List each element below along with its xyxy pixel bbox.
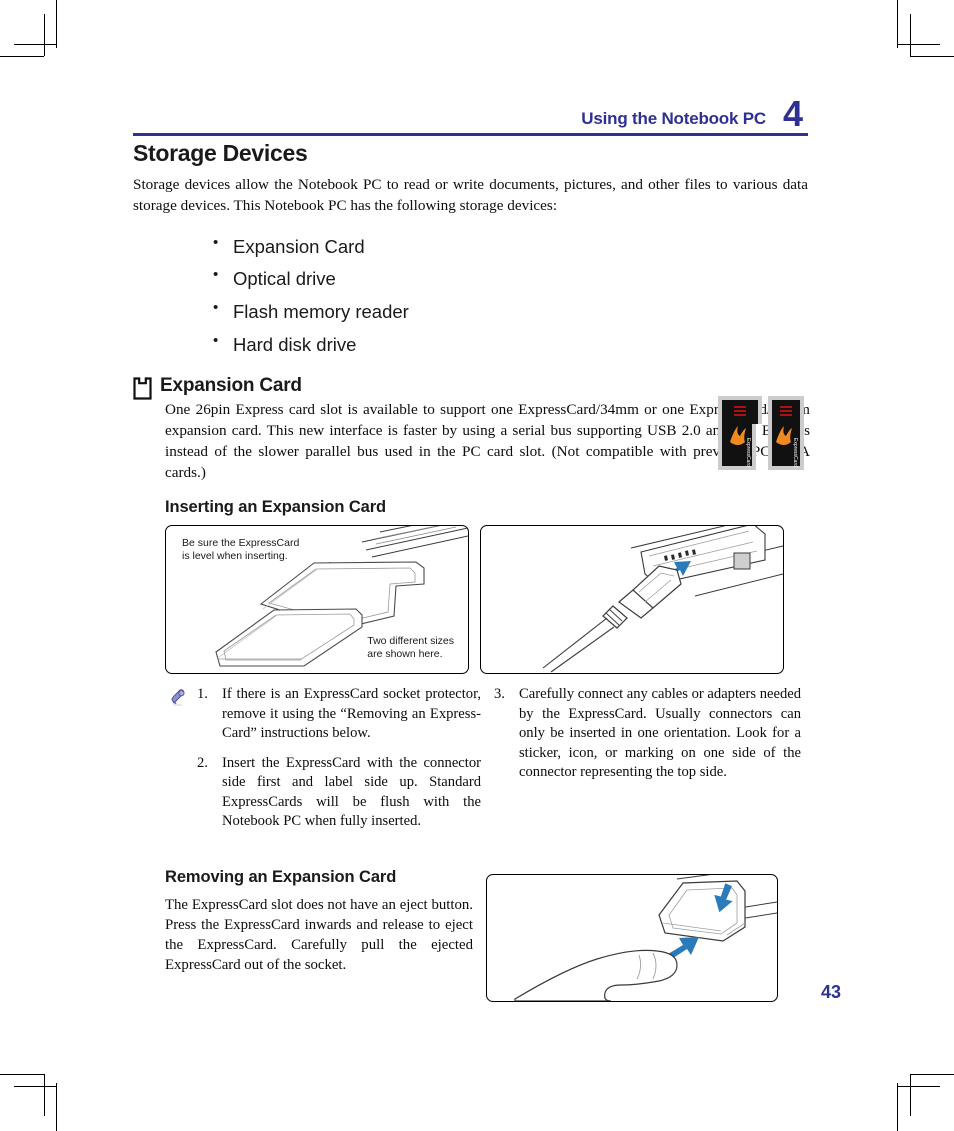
list-item: Hard disk drive (213, 328, 813, 362)
inserting-figures-row: Be sure the ExpressCard is level when in… (165, 525, 810, 674)
storage-devices-list: Expansion Card Optical drive Flash memor… (133, 230, 813, 362)
removing-heading: Removing an Expansion Card (165, 867, 397, 886)
figure-remove-card (486, 873, 778, 1002)
steps-column-left: 1. If there is an ExpressCard socket pro… (165, 685, 481, 842)
step-text: Carefully connect any cables or adapters… (519, 686, 802, 781)
expresscard-photo: ExpressCard ExpressCard (716, 394, 806, 472)
expansion-card-heading-row: Expansion Card (133, 375, 813, 400)
svg-text:ExpressCard: ExpressCard (745, 438, 751, 467)
list-item: 3. Carefully connect any cables or adapt… (494, 685, 801, 783)
page-content: Storage Devices Storage devices allow th… (133, 140, 813, 1002)
figure-insert-card: Be sure the ExpressCard is level when in… (165, 525, 469, 674)
list-item: Flash memory reader (213, 295, 813, 329)
pen-note-icon (171, 689, 189, 707)
list-item: 2. Insert the ExpressCard with the conne… (197, 754, 481, 832)
inserting-steps: 1. If there is an ExpressCard socket pro… (165, 685, 810, 842)
figure-connect-cable (480, 525, 784, 674)
step-number: 3. (494, 686, 505, 702)
removing-section: Removing an Expansion Card The ExpressCa… (165, 868, 810, 1002)
figure-caption-top: Be sure the ExpressCard is level when in… (182, 537, 300, 562)
expansion-card-paragraph: One 26pin Express card slot is available… (165, 401, 810, 482)
chapter-number: 4 (782, 93, 804, 135)
inserting-heading: Inserting an Expansion Card (165, 498, 387, 516)
expansion-card-body-block: One 26pin Express card slot is available… (165, 400, 810, 1002)
list-item: Optical drive (213, 262, 813, 296)
expansion-card-heading: Expansion Card (160, 375, 302, 397)
list-item: 1. If there is an ExpressCard socket pro… (197, 685, 481, 744)
svg-text:ExpressCard: ExpressCard (792, 438, 798, 467)
header-rule (133, 133, 808, 136)
intro-paragraph: Storage devices allow the Notebook PC to… (133, 176, 808, 214)
step-number: 1. (197, 686, 208, 702)
expansion-card-icon (133, 377, 152, 400)
step-text: Insert the ExpressCard with the connecto… (222, 754, 481, 830)
page-title: Storage Devices (133, 140, 308, 166)
document-page: Using the Notebook PC 4 Storage Devices … (0, 0, 954, 1131)
step-number: 2. (197, 754, 208, 771)
page-number: 43 (820, 982, 841, 1002)
step-text: If there is an ExpressCard socket protec… (222, 686, 481, 742)
figure-caption-bottom: Two different sizes are shown here. (367, 635, 454, 661)
list-item: Expansion Card (213, 230, 813, 264)
removing-text-block: Removing an Expansion Card The ExpressCa… (165, 868, 475, 1002)
header-title: Using the Notebook PC (581, 109, 766, 128)
steps-column-right: 3. Carefully connect any cables or adapt… (481, 685, 801, 842)
page-header: Using the Notebook PC 4 (133, 93, 808, 138)
removing-paragraph: The ExpressCard slot does not have an ej… (165, 896, 473, 974)
